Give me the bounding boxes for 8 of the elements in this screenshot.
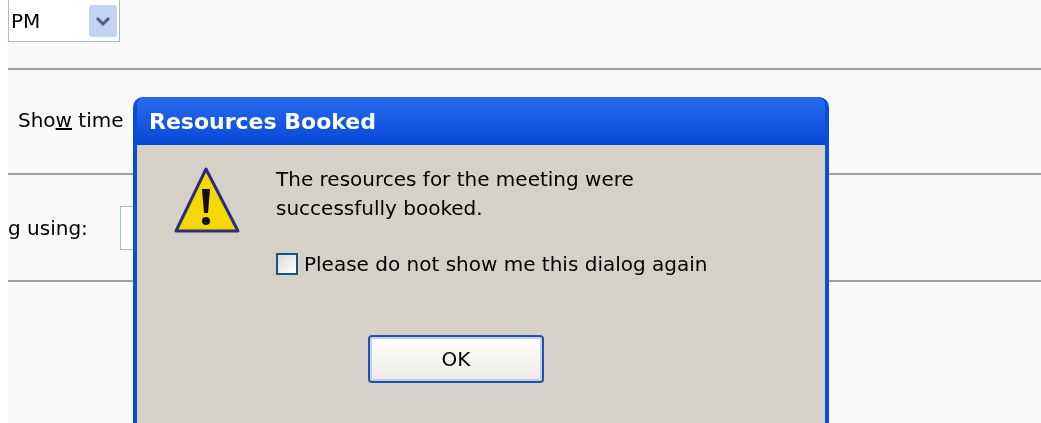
dialog-title: Resources Booked bbox=[149, 107, 376, 136]
ok-button[interactable]: OK bbox=[368, 335, 544, 383]
time-dropdown[interactable]: PM bbox=[8, 0, 120, 42]
chevron-down-icon bbox=[89, 4, 117, 37]
show-time-label: Show time bbox=[18, 106, 124, 134]
using-label: g using: bbox=[8, 214, 88, 242]
dialog-message: The resources for the meeting were successfully booked. bbox=[276, 166, 635, 222]
dont-show-checkbox[interactable]: Please do not show me this dialog again bbox=[276, 249, 708, 279]
